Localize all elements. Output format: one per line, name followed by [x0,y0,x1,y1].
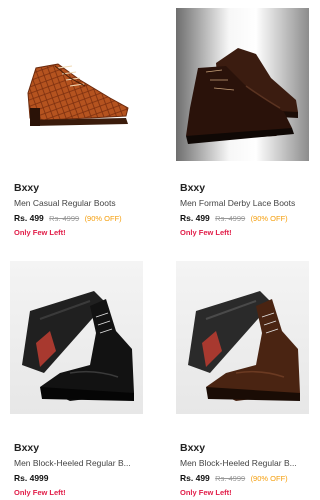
product-brand: Bxxy [180,182,206,194]
product-price: Rs. 499 [180,473,210,483]
stock-badge: Only Few Left! [180,488,232,497]
stock-badge: Only Few Left! [14,228,66,237]
product-image[interactable] [10,261,143,414]
product-title[interactable]: Men Casual Regular Boots [14,198,150,209]
product-discount: (90% OFF) [84,214,122,223]
stock-badge: Only Few Left! [14,488,66,497]
brown-heeled-boots-icon [188,291,300,401]
product-discount: (90% OFF) [250,214,288,223]
black-heeled-boots-icon [22,291,134,401]
product-mrp: Rs. 4999 [49,214,80,223]
product-brand: Bxxy [14,182,40,194]
product-mrp: Rs. 4999 [215,474,246,483]
product-image[interactable] [176,261,309,414]
product-card[interactable]: Bxxy Men Formal Derby Lace Boots Rs. 499… [166,0,318,240]
product-discount: (90% OFF) [250,474,288,483]
product-price: Rs. 4999 [14,473,49,483]
product-title[interactable]: Men Formal Derby Lace Boots [180,198,316,209]
product-brand: Bxxy [180,442,206,454]
product-title[interactable]: Men Block-Heeled Regular B... [180,458,316,469]
product-image[interactable] [176,8,309,161]
product-mrp: Rs. 4999 [215,214,246,223]
brown-croc-boot-icon [27,63,129,126]
dark-brown-derby-boots-icon [186,48,298,144]
product-brand: Bxxy [14,442,40,454]
stock-badge: Only Few Left! [180,228,232,237]
product-price: Rs. 499 [14,213,44,223]
product-image[interactable] [10,8,143,161]
product-card[interactable]: Bxxy Men Casual Regular Boots Rs. 499 Rs… [0,0,152,240]
product-card[interactable]: Bxxy Men Block-Heeled Regular B... Rs. 4… [166,255,318,497]
product-price: Rs. 499 [180,213,210,223]
product-title[interactable]: Men Block-Heeled Regular B... [14,458,150,469]
product-card[interactable]: Bxxy Men Block-Heeled Regular B... Rs. 4… [0,255,152,497]
